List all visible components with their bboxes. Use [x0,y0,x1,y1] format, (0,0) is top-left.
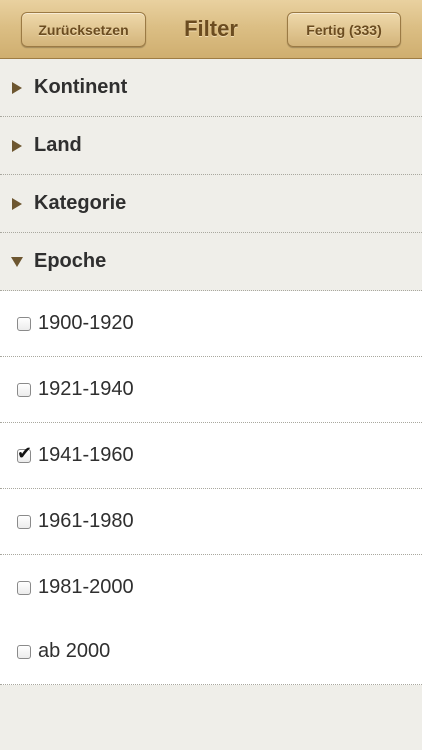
section-label: Land [34,134,82,156]
option-label: 1941-1960 [38,444,134,466]
checkbox[interactable] [17,644,31,659]
disclosure-right-icon [0,81,34,94]
section-label: Kontinent [34,76,128,98]
checkbox-checked[interactable]: ✔ [17,444,32,463]
checkbox[interactable] [17,580,31,595]
option-label: ab 2000 [38,640,111,662]
checkbox[interactable] [17,514,31,529]
checkbox[interactable] [17,382,31,397]
option-ab-2000[interactable]: ab 2000 [0,619,422,685]
disclosure-right-icon [0,197,34,210]
option-1961-1980[interactable]: 1961-1980 [0,489,422,555]
section-kategorie[interactable]: Kategorie [0,175,422,233]
option-label: 1981-2000 [38,576,134,598]
option-label: 1961-1980 [38,510,134,532]
filter-screen: Zurücksetzen Filter Fertig (333) Kontine… [0,0,422,750]
navigation-bar: Zurücksetzen Filter Fertig (333) [0,0,422,59]
checkbox[interactable] [17,316,31,331]
option-1921-1940[interactable]: 1921-1940 [0,357,422,423]
section-label: Epoche [34,250,107,272]
done-button[interactable]: Fertig (333) [287,12,401,47]
section-land[interactable]: Land [0,117,422,175]
option-label: 1921-1940 [38,378,134,400]
disclosure-down-icon [0,256,34,267]
disclosure-right-icon [0,139,34,152]
section-kontinent[interactable]: Kontinent [0,59,422,117]
checkmark-icon: ✔ [17,442,33,463]
option-1981-2000[interactable]: 1981-2000 [0,555,422,621]
option-label: 1900-1920 [38,312,134,334]
option-1900-1920[interactable]: 1900-1920 [0,291,422,357]
section-epoche[interactable]: Epoche [0,233,422,291]
option-1941-1960[interactable]: ✔ 1941-1960 [0,423,422,489]
section-label: Kategorie [34,192,127,214]
empty-area [0,685,422,750]
